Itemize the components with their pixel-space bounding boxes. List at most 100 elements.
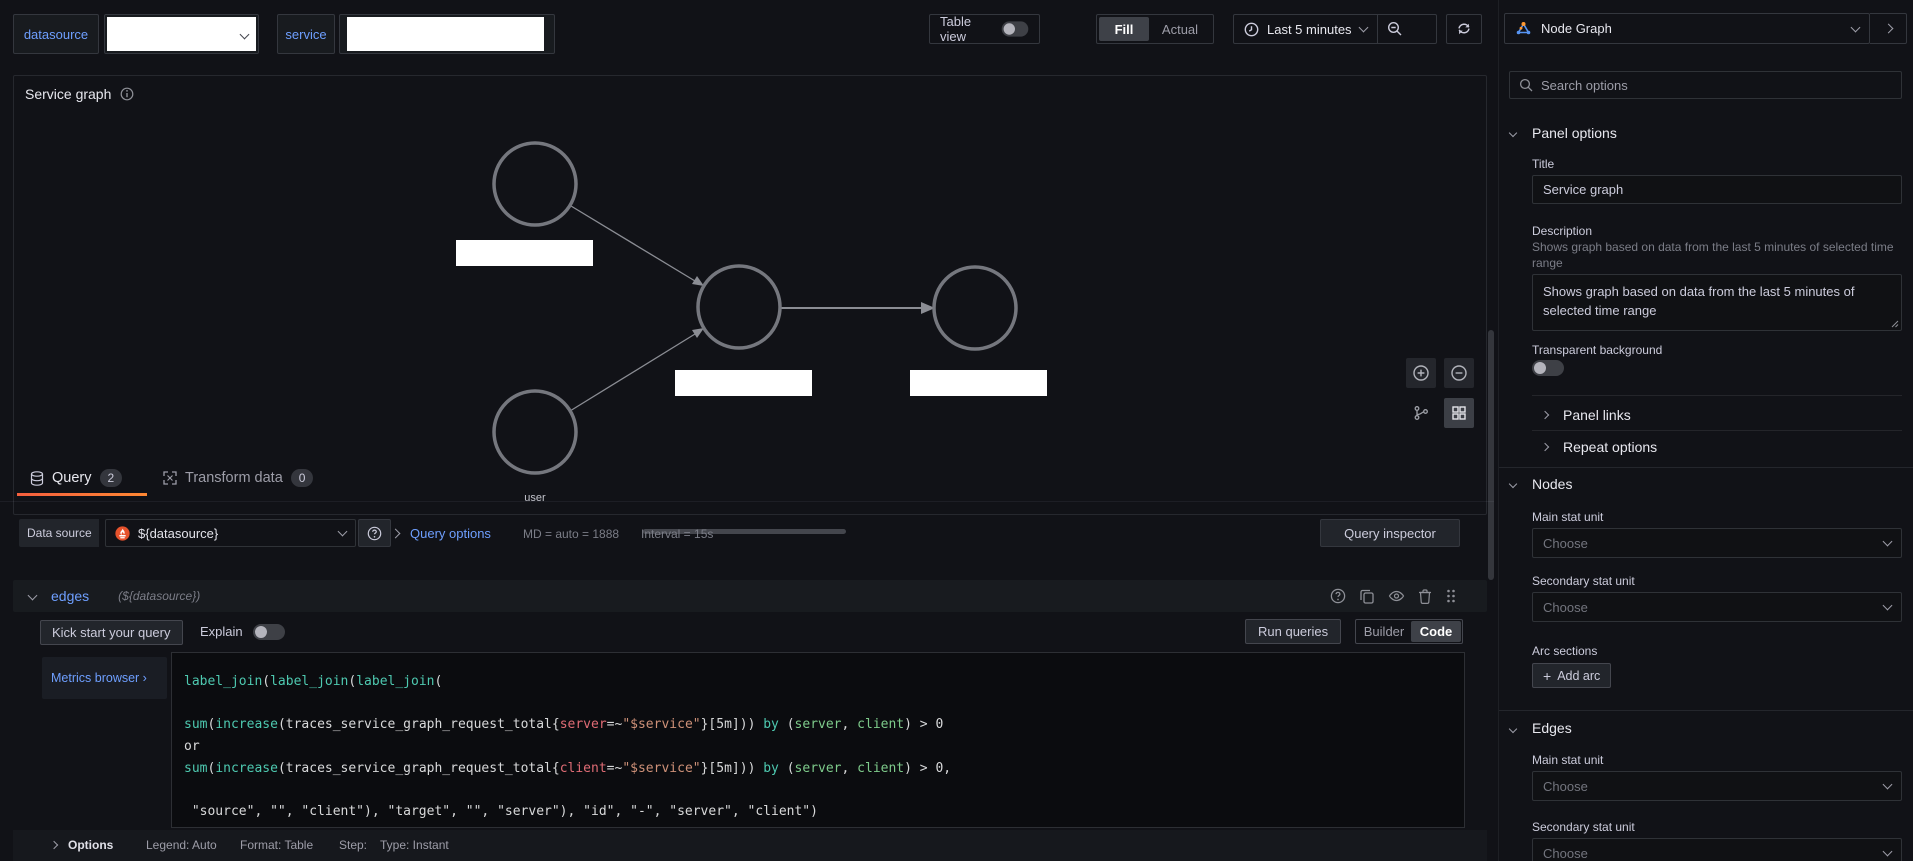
fill-button[interactable]: Fill — [1099, 17, 1149, 41]
query-options-toggle[interactable]: Query options — [410, 526, 491, 541]
chevron-down-icon — [1850, 22, 1861, 32]
transparent-background-label: Transparent background — [1532, 343, 1663, 357]
chevron-right-icon — [1883, 23, 1893, 34]
drag-handle-icon[interactable] — [1445, 588, 1457, 604]
chevron-down-icon — [1358, 22, 1368, 33]
time-picker-button[interactable]: Last 5 minutes — [1234, 15, 1377, 43]
options-sidebar: Node Graph Search options Panel options … — [1498, 0, 1913, 861]
chevron-down-icon — [1508, 128, 1518, 138]
arrowhead-icon — [692, 328, 704, 338]
node-graph-icon — [1516, 22, 1531, 35]
magnifier-minus-icon — [1388, 21, 1402, 36]
footer-type: Type: Instant — [380, 838, 449, 852]
datasource-row: Data source ${datasource} Query options … — [0, 512, 1494, 554]
tab-query-count: 2 — [99, 469, 123, 487]
zoom-out-button[interactable] — [1444, 358, 1474, 388]
transparent-background-toggle[interactable] — [1532, 360, 1564, 376]
refresh-icon — [1458, 23, 1470, 35]
chevron-right-icon — [1540, 410, 1550, 420]
explain-toggle[interactable] — [253, 624, 285, 640]
add-arc-button[interactable]: + Add arc — [1532, 663, 1612, 688]
datasource-help-button[interactable] — [358, 519, 391, 547]
promql-code-editor[interactable]: label_join(label_join(label_join( sum(in… — [171, 652, 1465, 828]
divider — [1532, 430, 1902, 431]
grid-layout-button[interactable] — [1444, 398, 1474, 428]
node-1-label-redacted — [456, 240, 593, 266]
actual-button[interactable]: Actual — [1149, 17, 1211, 41]
section-panel-options[interactable]: Panel options — [1532, 125, 1617, 141]
kick-start-query-button[interactable]: Kick start your query — [40, 620, 183, 645]
hide-query-eye-icon[interactable] — [1388, 588, 1405, 604]
duplicate-query-icon[interactable] — [1359, 588, 1375, 604]
layered-layout-button[interactable] — [1406, 398, 1436, 428]
search-options-box[interactable]: Search options — [1509, 71, 1902, 99]
search-icon — [1519, 78, 1533, 92]
plus-circle-icon — [1413, 365, 1429, 381]
panel-title-input[interactable]: Service graph — [1532, 175, 1902, 204]
explain-label: Explain — [200, 624, 243, 639]
tab-transform-count: 0 — [290, 469, 314, 487]
tab-transform-data[interactable]: Transform data 0 — [163, 469, 314, 487]
chevron-down-icon — [27, 590, 38, 600]
builder-mode-button[interactable]: Builder — [1357, 621, 1411, 642]
datasource-picker-value: ${datasource} — [138, 525, 219, 541]
editor-tabs-row: Query 2 Transform data 0 — [0, 465, 1494, 502]
section-divider — [1499, 710, 1913, 711]
chevron-down-icon — [1508, 724, 1518, 734]
chevron-right-icon — [1540, 442, 1550, 452]
table-view-control: Table view — [929, 14, 1040, 44]
panel-type-picker[interactable]: Node Graph — [1504, 13, 1870, 44]
tab-query-label: Query — [52, 470, 92, 486]
description-field-label: Description — [1532, 224, 1593, 238]
service-variable-picker[interactable] — [339, 14, 555, 54]
chevron-down-icon — [1508, 479, 1518, 489]
nodes-main-stat-select[interactable]: Choose — [1532, 528, 1902, 558]
refresh-button[interactable] — [1446, 14, 1482, 44]
datasource-picker[interactable]: ${datasource} — [105, 519, 356, 547]
section-nodes[interactable]: Nodes — [1532, 476, 1572, 492]
datasource-variable-picker[interactable] — [104, 14, 259, 54]
run-queries-button[interactable]: Run queries — [1245, 619, 1342, 644]
builder-code-toggle-group: Builder Code — [1355, 619, 1463, 644]
graph-node-user — [492, 389, 578, 475]
arc-sections-label: Arc sections — [1532, 644, 1598, 658]
nodes-secondary-stat-label: Secondary stat unit — [1532, 574, 1635, 588]
grid-icon — [1452, 406, 1466, 420]
divider — [1532, 395, 1902, 396]
chevron-down-icon — [1882, 779, 1893, 790]
datasource-variable-label-text: datasource — [23, 26, 89, 42]
delete-query-trash-icon[interactable] — [1418, 588, 1432, 604]
edges-secondary-stat-select[interactable]: Choose — [1532, 838, 1902, 861]
panel-description-textarea[interactable]: Shows graph based on data from the last … — [1532, 274, 1902, 331]
table-view-toggle[interactable] — [1002, 21, 1029, 37]
node-graph-canvas[interactable] — [14, 76, 1486, 514]
branch-layout-icon — [1414, 406, 1428, 420]
footer-format: Format: Table — [240, 838, 314, 852]
edges-secondary-stat-label: Secondary stat unit — [1532, 820, 1635, 834]
service-variable-label: service — [277, 14, 335, 54]
section-edges[interactable]: Edges — [1532, 720, 1572, 736]
query-row-header[interactable]: edges (${datasource}) — [13, 580, 1487, 612]
metrics-browser-toggle[interactable]: Metrics browser › — [42, 657, 167, 699]
collapse-options-pane-button[interactable] — [1870, 13, 1907, 44]
panel-links-section-toggle[interactable]: Panel links — [1540, 402, 1902, 428]
zoom-out-time-button[interactable] — [1378, 15, 1413, 43]
database-icon — [30, 470, 44, 486]
zoom-in-button[interactable] — [1406, 358, 1436, 388]
max-data-points-info: MD = auto = 1888 — [523, 527, 620, 541]
code-mode-button[interactable]: Code — [1411, 621, 1461, 642]
query-inspector-button[interactable]: Query inspector — [1320, 519, 1460, 547]
resize-grip-icon[interactable] — [1891, 320, 1899, 328]
service-variable-label-text: service — [285, 26, 327, 42]
nodes-secondary-stat-select[interactable]: Choose — [1532, 592, 1902, 622]
query-options-footer: Options Legend: Auto Format: Table Step:… — [13, 830, 1487, 861]
footer-options-toggle[interactable]: Options — [68, 838, 113, 852]
tab-query[interactable]: Query 2 — [30, 469, 123, 487]
table-view-label: Table view — [940, 14, 972, 44]
query-help-icon[interactable] — [1330, 588, 1346, 604]
repeat-options-section-toggle[interactable]: Repeat options — [1540, 434, 1902, 460]
description-help-text: Shows graph based on data from the last … — [1532, 240, 1894, 270]
query-name[interactable]: edges — [51, 588, 89, 604]
interval-info: Interval = 15s — [641, 527, 714, 541]
edges-main-stat-select[interactable]: Choose — [1532, 771, 1902, 801]
